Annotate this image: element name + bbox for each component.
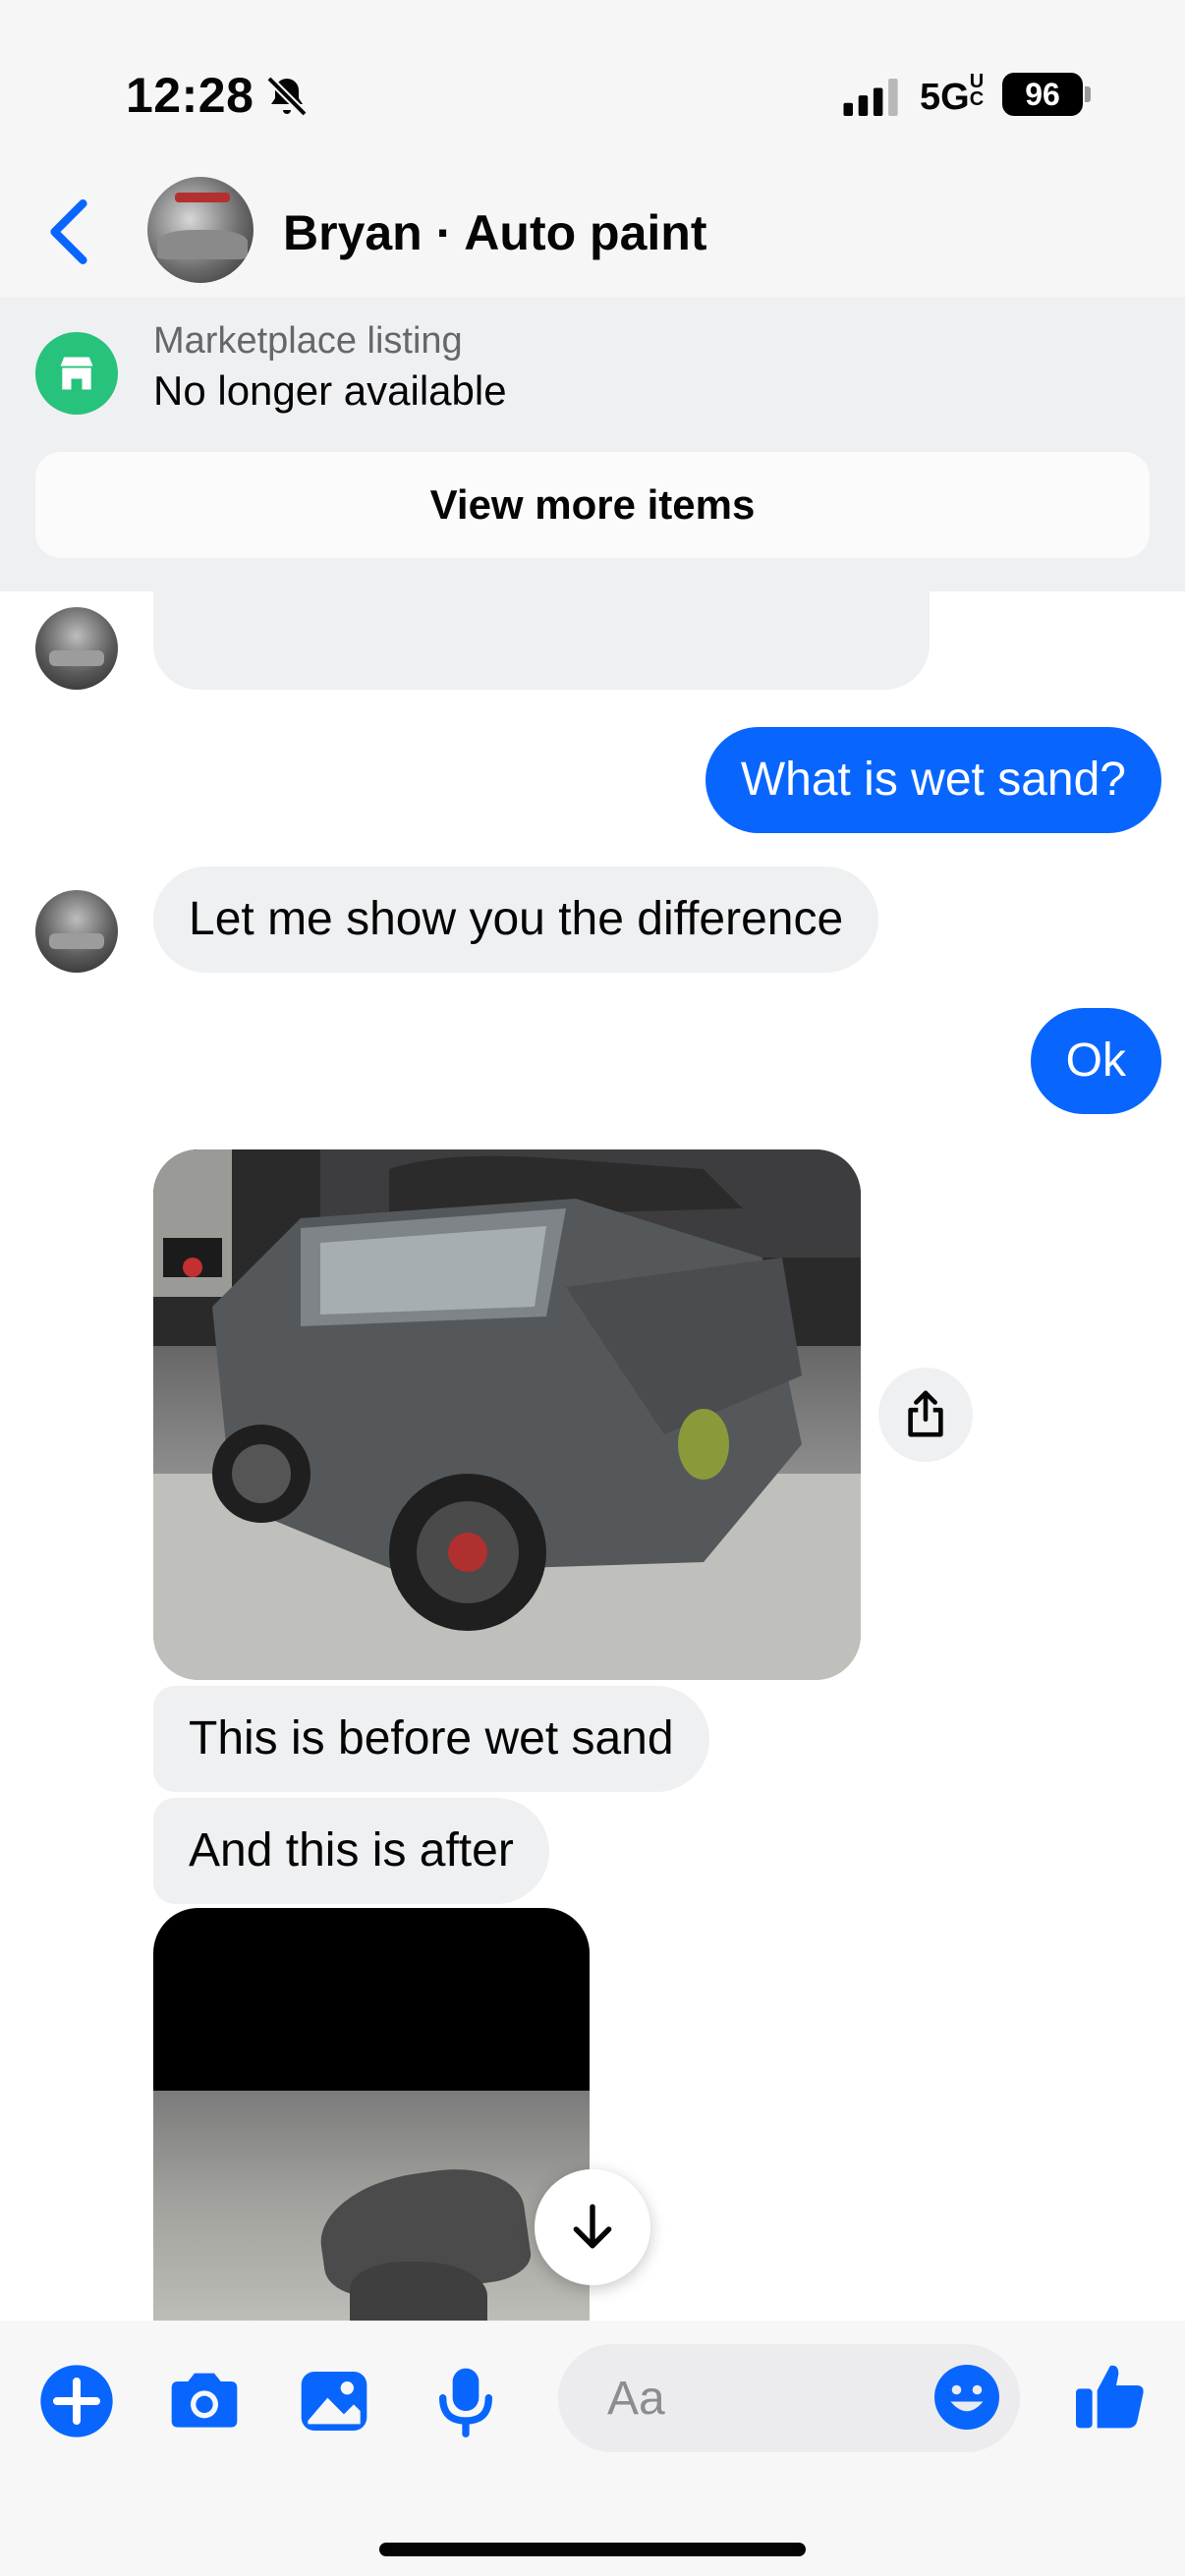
marketplace-store-icon	[35, 332, 118, 415]
camera-icon[interactable]	[165, 2362, 244, 2440]
contact-name[interactable]: Bryan · Auto paint	[283, 204, 706, 261]
avatar-logo-detail	[175, 193, 230, 202]
message-thread[interactable]: What is wet sand? Let me show you the di…	[0, 591, 1185, 2321]
network-type: 5GUC	[920, 71, 985, 118]
status-bar: 12:28 5GUC 96	[0, 0, 1185, 167]
photo-message-truck[interactable]	[153, 1149, 861, 1680]
home-indicator	[379, 2543, 806, 2556]
clock-time: 12:28	[126, 68, 254, 123]
marketplace-banner: Marketplace listing No longer available …	[0, 297, 1185, 591]
share-button[interactable]	[878, 1368, 973, 1462]
scroll-to-bottom-button[interactable]	[535, 2169, 650, 2285]
view-more-items-button[interactable]: View more items	[35, 452, 1150, 558]
message-bubble-partial	[153, 591, 930, 690]
plus-icon[interactable]	[37, 2362, 116, 2440]
contact-avatar[interactable]	[147, 177, 254, 283]
message-bubble-incoming[interactable]: And this is after	[153, 1798, 549, 1904]
sender-avatar[interactable]	[35, 607, 118, 690]
message-bubble-incoming[interactable]: Let me show you the difference	[153, 867, 879, 973]
back-chevron-icon[interactable]	[43, 196, 94, 267]
truck-photo	[153, 1149, 861, 1680]
listing-status: No longer available	[153, 367, 507, 414]
message-bubble-incoming[interactable]: This is before wet sand	[153, 1686, 709, 1792]
marketplace-label: Marketplace listing	[153, 320, 463, 362]
chat-header: Bryan · Auto paint	[0, 167, 1185, 297]
bell-slash-icon	[266, 76, 308, 117]
share-icon	[908, 1390, 943, 1437]
emoji-icon[interactable]	[931, 2362, 1002, 2433]
message-bubble-outgoing[interactable]: Ok	[1030, 1008, 1161, 1114]
microphone-icon[interactable]	[426, 2362, 505, 2440]
sender-avatar[interactable]	[35, 890, 118, 973]
message-bubble-outgoing[interactable]: What is wet sand?	[705, 727, 1161, 833]
battery-cap	[1085, 86, 1091, 102]
photo-message-fender[interactable]	[153, 1908, 590, 2321]
battery-icon: 96	[1002, 73, 1083, 116]
cellular-signal-icon	[843, 79, 898, 116]
arrow-down-icon	[573, 2204, 612, 2249]
avatar-car-detail	[157, 230, 248, 259]
message-composer	[0, 2321, 1185, 2576]
gallery-icon[interactable]	[295, 2362, 373, 2440]
thumbs-up-icon[interactable]	[1071, 2356, 1150, 2435]
